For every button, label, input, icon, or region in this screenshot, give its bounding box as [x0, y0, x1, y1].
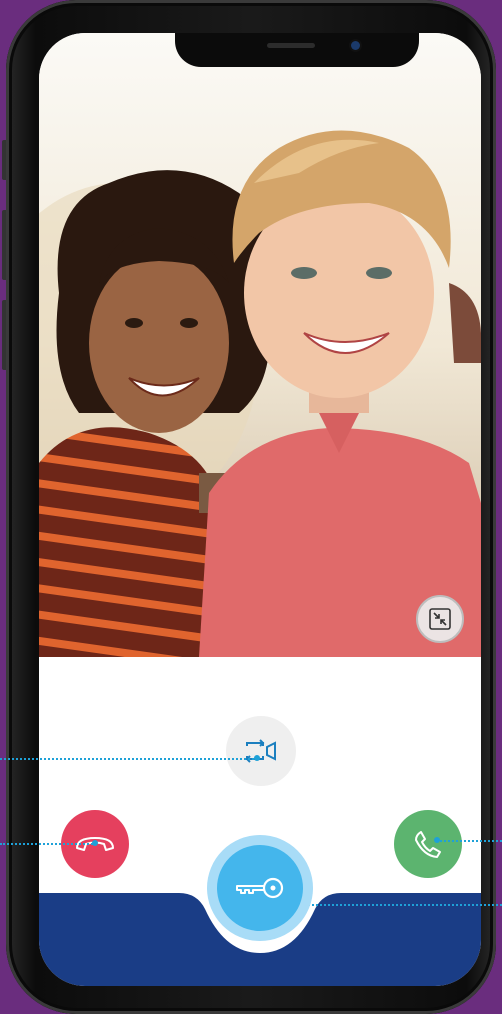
front-camera [351, 41, 360, 50]
phone-screen [39, 33, 481, 986]
video-feed-photo [39, 33, 481, 657]
guide-dot-hang-up [92, 840, 98, 846]
unlock-button-core[interactable] [217, 845, 303, 931]
guide-line-switch-camera [0, 758, 258, 760]
guide-dot-switch-camera [254, 755, 260, 761]
switch-camera-icon [245, 739, 276, 763]
switch-camera-button[interactable] [226, 716, 296, 786]
minimize-video-button[interactable] [416, 595, 464, 643]
answer-call-button[interactable] [394, 810, 462, 878]
guide-line-answer [436, 840, 502, 842]
phone-icon [415, 831, 441, 858]
minimize-arrows-icon [429, 608, 451, 630]
guide-dot-answer [434, 837, 440, 843]
key-icon [236, 877, 284, 899]
video-feed [39, 33, 481, 657]
earpiece-speaker [267, 43, 315, 48]
guide-line-hang-up [0, 843, 96, 845]
phone-notch [175, 33, 419, 67]
unlock-button[interactable] [207, 835, 313, 941]
